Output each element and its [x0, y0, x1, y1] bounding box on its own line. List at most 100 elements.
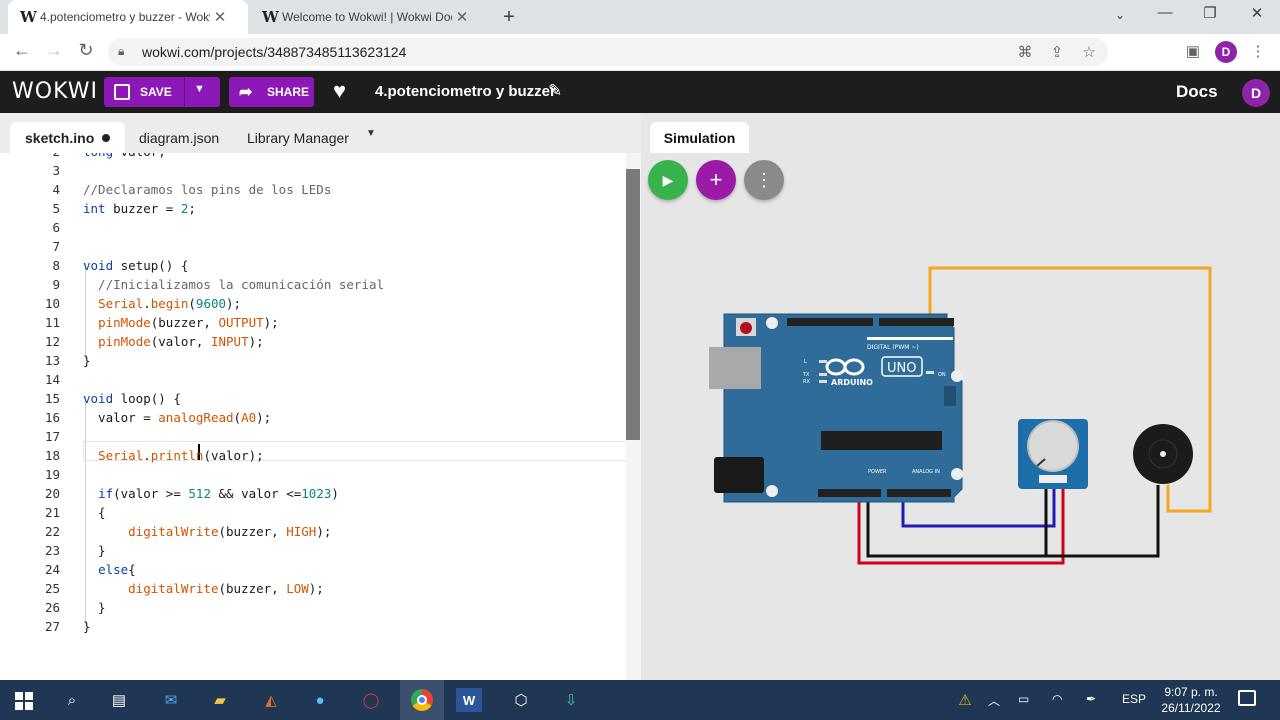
more-options-button[interactable]: ⋮	[744, 160, 784, 200]
arduino-uno-board[interactable]: DIGITAL (PWM ~) ARDUINO UNO L TX RX ON P…	[709, 313, 963, 503]
battery-icon[interactable]: ▭	[1018, 692, 1029, 706]
code-line[interactable]: digitalWrite(buzzer, HIGH);	[83, 524, 331, 539]
buzzer[interactable]	[1133, 424, 1193, 484]
address-bar[interactable]: 🔒︎ wokwi.com/projects/348873485113623124…	[108, 38, 1108, 66]
code-line[interactable]: void loop() {	[83, 391, 181, 406]
tab-sketch-ino[interactable]: sketch.ino	[10, 122, 126, 153]
word-icon[interactable]: W	[456, 688, 482, 712]
share-page-icon[interactable]: ⇪	[1046, 43, 1068, 61]
digital-header-right	[879, 318, 954, 326]
back-icon[interactable]: ←	[10, 40, 34, 61]
pen-icon[interactable]: ✒	[1086, 692, 1096, 706]
code-line[interactable]: Serial.begin(9600);	[83, 296, 241, 311]
play-button[interactable]: ▶	[648, 160, 688, 200]
code-line[interactable]: int buzzer = 2;	[83, 201, 196, 216]
code-line[interactable]: }	[83, 619, 91, 634]
tab-search-icon[interactable]: ⌄	[1105, 8, 1135, 22]
code-line[interactable]: {	[83, 505, 106, 520]
line-number: 19	[44, 467, 60, 482]
close-tab-icon[interactable]: ✕	[452, 8, 472, 26]
notifications-icon[interactable]	[1238, 690, 1256, 706]
code-line[interactable]: }	[83, 353, 91, 368]
tray-overflow-icon[interactable]: ︿	[988, 692, 1000, 709]
code-line[interactable]: }	[83, 543, 106, 558]
code-line[interactable]: Serial.println(valor);	[83, 448, 264, 463]
unity-icon[interactable]: ⬡	[506, 686, 536, 714]
alert-app-icon[interactable]: ⚠	[950, 686, 980, 714]
scrollbar-thumb[interactable]	[626, 169, 640, 440]
windows-start-icon[interactable]	[15, 692, 33, 710]
share-arrow-icon: ➦	[239, 84, 253, 101]
code-line[interactable]: pinMode(buzzer, OUTPUT);	[83, 315, 279, 330]
heart-icon[interactable]: ♥	[333, 78, 346, 104]
line-number: 14	[44, 372, 60, 387]
tab-simulation[interactable]: Simulation	[650, 122, 749, 153]
plus-icon: +	[709, 167, 723, 192]
potentiometer[interactable]	[1018, 419, 1088, 489]
code-line[interactable]: }	[83, 600, 106, 615]
line-number: 24	[44, 562, 60, 577]
save-button[interactable]: SAVE ▼	[104, 77, 220, 107]
matlab-icon[interactable]: ◭	[256, 686, 286, 714]
code-line[interactable]: pinMode(valor, INPUT);	[83, 334, 264, 349]
bookmark-star-icon[interactable]: ☆	[1078, 43, 1100, 61]
reset-button-icon	[740, 322, 752, 334]
side-panel-icon[interactable]: ▣	[1182, 42, 1204, 60]
tab-diagram-json[interactable]: diagram.json	[124, 122, 234, 153]
code-line[interactable]: //Declaramos los pins de los LEDs	[83, 182, 331, 197]
wokwi-logo[interactable]: WOKWI	[12, 79, 98, 104]
download-app-icon[interactable]: ⇩	[556, 686, 586, 714]
close-tab-icon[interactable]: ✕	[210, 8, 230, 26]
atmega-chip	[821, 431, 942, 450]
tabs-dropdown-icon[interactable]: ▼	[366, 128, 376, 139]
code-line[interactable]: long valor;	[83, 153, 166, 159]
opera-icon[interactable]: ◯	[356, 686, 386, 714]
minimize-button[interactable]: —	[1150, 4, 1180, 21]
on-label: ON	[938, 372, 946, 378]
browser-tab-active[interactable]: W 4.potenciometro y buzzer - Wokwi ✕	[8, 0, 248, 34]
code-line[interactable]: valor = analogRead(A0);	[83, 410, 271, 425]
code-line[interactable]: digitalWrite(buzzer, LOW);	[83, 581, 324, 596]
user-avatar[interactable]: D	[1242, 79, 1270, 107]
language-indicator[interactable]: ESP	[1122, 692, 1146, 706]
browser-tab-docs[interactable]: W Welcome to Wokwi! | Wokwi Docs ✕	[250, 0, 490, 34]
new-tab-button[interactable]: +	[498, 6, 520, 29]
editor-scrollbar[interactable]	[626, 153, 641, 680]
chevron-down-icon[interactable]: ▼	[194, 83, 205, 95]
save-icon	[114, 84, 130, 100]
code-line[interactable]: if(valor >= 512 && valor <=1023)	[83, 486, 339, 501]
project-title[interactable]: 4.potenciometro y buzzer	[375, 83, 556, 100]
line-number: 23	[44, 543, 60, 558]
search-icon[interactable]: ⌕	[57, 686, 87, 714]
system-clock[interactable]: 9:07 p. m. 26/11/2022	[1146, 684, 1236, 716]
file-explorer-icon[interactable]: ▰	[205, 686, 235, 714]
wifi-icon[interactable]: ◠	[1052, 692, 1062, 706]
line-number: 18	[44, 448, 60, 463]
restore-button[interactable]: ❐	[1195, 4, 1225, 22]
forward-icon[interactable]: →	[42, 40, 66, 61]
code-line[interactable]: void setup() {	[83, 258, 188, 273]
arduino-brand: ARDUINO	[831, 378, 873, 387]
translate-icon[interactable]: ⌘	[1014, 43, 1036, 61]
code-area[interactable]: 2 long valor; 3 4 //Declaramos los pins de l…	[0, 153, 626, 680]
docs-link[interactable]: Docs	[1176, 82, 1218, 102]
close-window-button[interactable]: ✕	[1242, 4, 1272, 22]
profile-avatar[interactable]: D	[1215, 41, 1237, 63]
share-button[interactable]: ➦ SHARE	[229, 77, 314, 107]
browser-menu-icon[interactable]: ⋮	[1247, 42, 1269, 60]
rx-label: RX	[803, 379, 810, 385]
code-line[interactable]: else{	[83, 562, 136, 577]
simulation-canvas[interactable]: DIGITAL (PWM ~) ARDUINO UNO L TX RX ON P…	[641, 113, 1280, 680]
task-view-icon[interactable]: ▤	[104, 686, 134, 714]
tab-library-manager[interactable]: Library Manager	[232, 122, 364, 153]
lightbulb-app-icon[interactable]: ●	[305, 686, 335, 714]
add-part-button[interactable]: +	[696, 160, 736, 200]
line-number: 21	[44, 505, 60, 520]
pencil-icon[interactable]: ✎	[548, 81, 562, 101]
reload-icon[interactable]: ↻	[74, 40, 98, 61]
line-number: 12	[44, 334, 60, 349]
chrome-icon[interactable]	[400, 680, 444, 720]
browser-toolbar: ← → ↻ 🔒︎ wokwi.com/projects/348873485113…	[0, 34, 1280, 70]
code-line[interactable]: //Inicializamos la comunicación serial	[83, 277, 384, 292]
mail-icon[interactable]: ✉	[156, 686, 186, 714]
